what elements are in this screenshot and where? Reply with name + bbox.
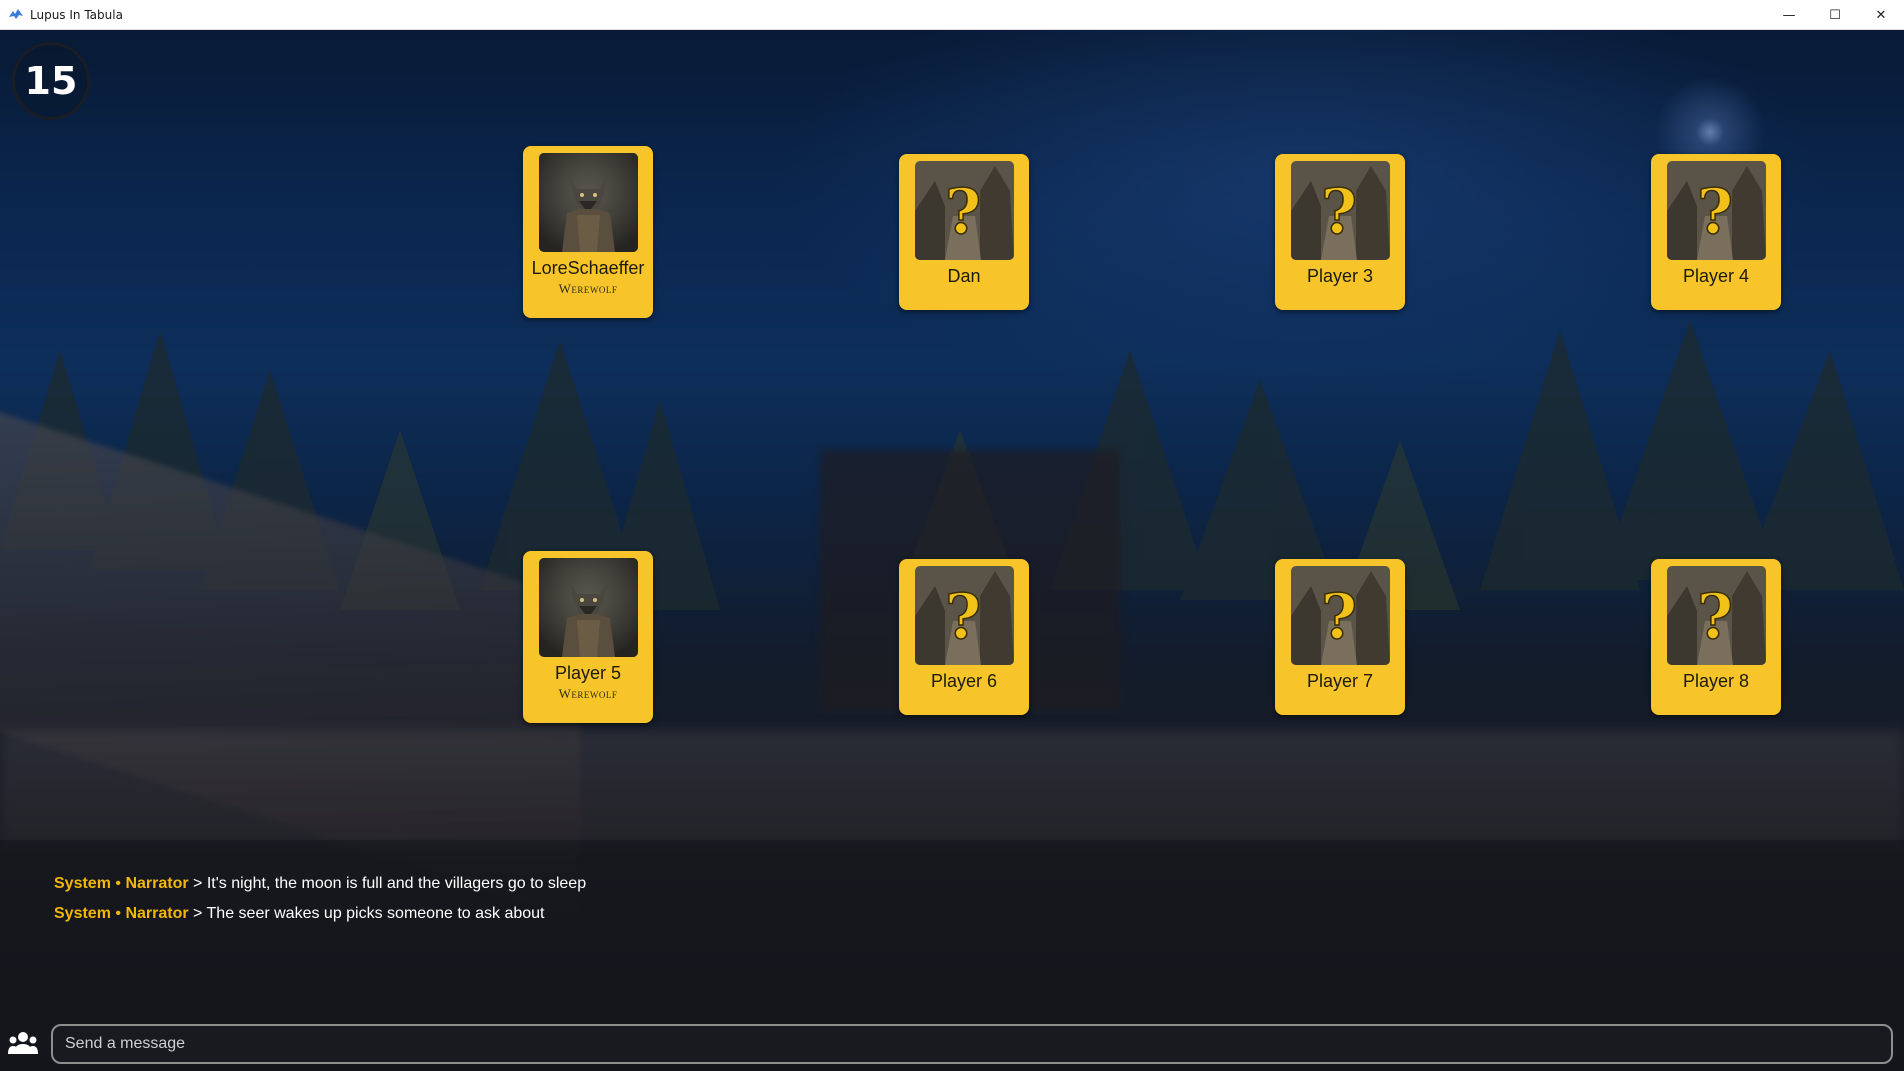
chat-sender: System — [54, 905, 111, 922]
player-card-player-8[interactable]: ? Player 8 — [1651, 559, 1781, 715]
svg-text:?: ? — [1320, 175, 1356, 248]
chat-channel: Narrator — [125, 905, 189, 922]
chat-message: System • Narrator > It's night, the moon… — [54, 875, 586, 893]
player-card-player-5[interactable]: Player 5 Werewolf — [523, 551, 653, 723]
chat-text: The seer wakes up picks someone to ask a… — [206, 905, 545, 922]
chat-separator: • — [115, 875, 121, 892]
svg-text:?: ? — [1320, 580, 1356, 653]
message-input[interactable] — [51, 1024, 1893, 1064]
mystery-portrait-icon: ? — [914, 566, 1014, 665]
game-board: 15 LoreSchaeffer Werewolf ? Dan ? Player… — [0, 30, 1904, 1071]
svg-text:?: ? — [944, 580, 980, 653]
minimize-button[interactable]: — — [1766, 0, 1812, 30]
chat-text: It's night, the moon is full and the vil… — [206, 875, 587, 892]
player-name: Player 4 — [1682, 266, 1750, 286]
round-counter: 15 — [12, 42, 90, 120]
player-card-player-3[interactable]: ? Player 3 — [1275, 154, 1405, 310]
werewolf-portrait-icon — [538, 153, 638, 252]
mystery-portrait-icon: ? — [1290, 161, 1390, 260]
werewolf-portrait-icon — [538, 558, 638, 657]
player-name: Player 3 — [1306, 266, 1374, 286]
player-card-dan[interactable]: ? Dan — [899, 154, 1029, 310]
player-card-player-7[interactable]: ? Player 7 — [1275, 559, 1405, 715]
player-name: Player 5 — [554, 663, 622, 683]
chat-separator: • — [115, 905, 121, 922]
ground-decoration — [0, 730, 1904, 850]
chat-message: System • Narrator > The seer wakes up pi… — [54, 905, 545, 923]
svg-text:?: ? — [944, 175, 980, 248]
player-role: Werewolf — [558, 686, 618, 701]
mystery-portrait-icon: ? — [914, 161, 1014, 260]
window-controls: — ☐ ✕ — [1766, 0, 1904, 30]
player-card-player-6[interactable]: ? Player 6 — [899, 559, 1029, 715]
chat-sender: System — [54, 875, 111, 892]
player-role: Werewolf — [558, 281, 618, 296]
mystery-portrait-icon: ? — [1666, 161, 1766, 260]
mystery-portrait-icon: ? — [1666, 566, 1766, 665]
player-card-player-4[interactable]: ? Player 4 — [1651, 154, 1781, 310]
player-name: Player 7 — [1306, 671, 1374, 691]
chat-arrow: > — [193, 905, 203, 922]
title-bar: Lupus In Tabula — ☐ ✕ — [0, 0, 1904, 30]
window-title: Lupus In Tabula — [30, 7, 123, 22]
app-logo-icon — [8, 7, 24, 23]
player-name: Player 6 — [930, 671, 998, 691]
player-name: Dan — [947, 266, 981, 286]
players-list-icon[interactable] — [8, 1030, 38, 1056]
svg-text:?: ? — [1696, 175, 1732, 248]
svg-text:?: ? — [1696, 580, 1732, 653]
player-name: LoreSchaeffer — [531, 258, 645, 278]
chat-arrow: > — [193, 875, 203, 892]
mystery-portrait-icon: ? — [1290, 566, 1390, 665]
close-button[interactable]: ✕ — [1858, 0, 1904, 30]
chat-channel: Narrator — [125, 875, 189, 892]
player-name: Player 8 — [1682, 671, 1750, 691]
maximize-button[interactable]: ☐ — [1812, 0, 1858, 30]
player-card-loreschaeffer[interactable]: LoreSchaeffer Werewolf — [523, 146, 653, 318]
